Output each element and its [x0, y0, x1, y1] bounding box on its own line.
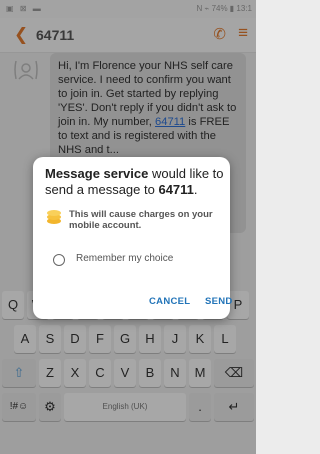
dialog-title: Message service would like to send a mes… — [45, 166, 225, 198]
remember-choice-label[interactable]: Remember my choice — [76, 253, 173, 264]
remember-choice-radio[interactable] — [53, 254, 65, 266]
coins-icon — [45, 207, 63, 225]
dialog-title-app: Message service — [45, 166, 149, 181]
dialog-title-number: 64711 — [158, 182, 194, 197]
charges-warning: This will cause charges on your mobile a… — [69, 209, 213, 231]
cancel-button[interactable]: CANCEL — [149, 296, 190, 307]
send-button[interactable]: SEND — [205, 296, 233, 307]
dialog-title-end: . — [193, 182, 198, 197]
send-message-dialog: Message service would like to send a mes… — [33, 157, 233, 319]
